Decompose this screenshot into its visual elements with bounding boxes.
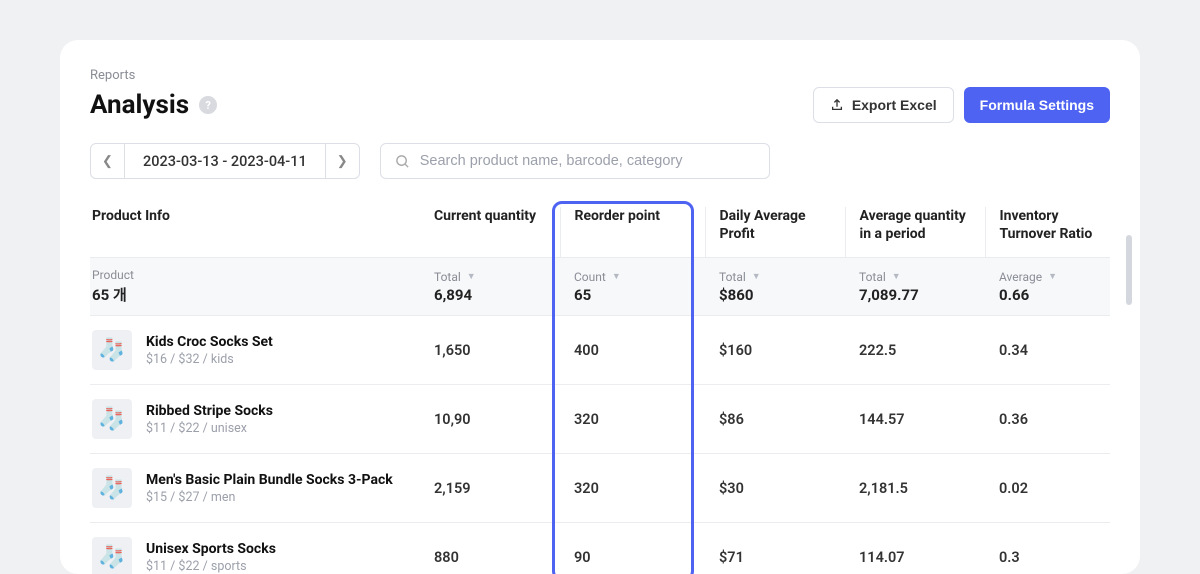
cell-turnover: 0.36 (985, 385, 1110, 454)
table-row[interactable]: 🧦 Kids Croc Socks Set $16 / $32 / kids 1,6… (90, 316, 1110, 385)
chevron-right-icon: ❯ (337, 154, 348, 169)
sort-icon[interactable]: ▼ (1048, 271, 1057, 282)
summary-profit-label: Total (719, 270, 746, 284)
sort-icon[interactable]: ▼ (467, 271, 476, 282)
product-thumb: 🧦 (92, 330, 132, 370)
th-turnover[interactable]: Inventory Turnover Ratio (985, 207, 1110, 258)
page-title: Analysis (90, 90, 189, 120)
product-meta: $15 / $27 / men (146, 490, 393, 505)
search-icon (395, 154, 410, 169)
cell-avg: 114.07 (845, 523, 985, 574)
summary-turnover-label: Average (999, 270, 1042, 284)
table-wrap: Product Info Current quantity Reorder po… (90, 207, 1110, 574)
product-name: Ribbed Stripe Socks (146, 403, 273, 419)
search-box[interactable] (380, 143, 770, 179)
cell-reorder: 320 (560, 385, 705, 454)
controls-row: ❮ 2023-03-13 - 2023-04-11 ❯ (90, 143, 1110, 179)
formula-label: Formula Settings (980, 97, 1094, 113)
summary-turnover-value: 0.66 (999, 286, 1098, 304)
product-thumb: 🧦 (92, 468, 132, 508)
product-meta: $16 / $32 / kids (146, 352, 273, 367)
product-thumb: 🧦 (92, 399, 132, 439)
cell-reorder: 400 (560, 316, 705, 385)
cell-avg: 2,181.5 (845, 454, 985, 523)
breadcrumb: Reports (90, 68, 1110, 83)
product-name: Men's Basic Plain Bundle Socks 3-Pack (146, 472, 393, 488)
product-meta: $11 / $22 / sports (146, 559, 276, 574)
summary-qty-value: 6,894 (434, 286, 548, 304)
date-range-picker[interactable]: ❮ 2023-03-13 - 2023-04-11 ❯ (90, 143, 360, 179)
cell-qty: 1,650 (420, 316, 560, 385)
cell-turnover: 0.02 (985, 454, 1110, 523)
product-name: Unisex Sports Socks (146, 541, 276, 557)
table-row[interactable]: 🧦 Ribbed Stripe Socks $11 / $22 / unisex 1… (90, 385, 1110, 454)
product-meta: $11 / $22 / unisex (146, 421, 273, 436)
export-label: Export Excel (852, 97, 937, 113)
export-icon (830, 98, 844, 112)
page-header: Analysis ? Export Excel Formula Settings (90, 87, 1110, 123)
th-daily-profit[interactable]: Daily Average Profit (705, 207, 845, 258)
summary-product-value: 65 개 (92, 284, 408, 305)
cell-avg: 222.5 (845, 316, 985, 385)
cell-qty: 880 (420, 523, 560, 574)
summary-qty-label: Total (434, 270, 461, 284)
cell-turnover: 0.3 (985, 523, 1110, 574)
date-range-label: 2023-03-13 - 2023-04-11 (125, 153, 325, 170)
table-row[interactable]: 🧦 Unisex Sports Socks $11 / $22 / sports 8… (90, 523, 1110, 574)
table-row[interactable]: 🧦 Men's Basic Plain Bundle Socks 3-Pack $1… (90, 454, 1110, 523)
cell-turnover: 0.34 (985, 316, 1110, 385)
scrollbar[interactable] (1126, 235, 1132, 305)
summary-reorder-value: 65 (574, 286, 693, 304)
export-excel-button[interactable]: Export Excel (813, 87, 954, 123)
product-thumb: 🧦 (92, 537, 132, 574)
cell-profit: $30 (705, 454, 845, 523)
summary-profit-value: $860 (719, 286, 833, 304)
sort-icon[interactable]: ▼ (612, 271, 621, 282)
formula-settings-button[interactable]: Formula Settings (964, 87, 1110, 123)
cell-avg: 144.57 (845, 385, 985, 454)
chevron-left-icon: ❮ (102, 154, 113, 169)
date-prev-button[interactable]: ❮ (91, 144, 125, 178)
summary-avg-value: 7,089.77 (859, 286, 973, 304)
sort-icon[interactable]: ▼ (892, 271, 901, 282)
search-input[interactable] (420, 153, 755, 169)
cell-profit: $71 (705, 523, 845, 574)
title-wrap: Analysis ? (90, 90, 217, 120)
th-reorder[interactable]: Reorder point (560, 207, 705, 258)
analysis-card: Reports Analysis ? Export Excel Formula … (60, 40, 1140, 574)
cell-qty: 2,159 (420, 454, 560, 523)
sort-icon[interactable]: ▼ (752, 271, 761, 282)
help-icon[interactable]: ? (199, 96, 217, 114)
cell-profit: $86 (705, 385, 845, 454)
cell-reorder: 90 (560, 523, 705, 574)
summary-reorder-label: Count (574, 270, 606, 284)
product-name: Kids Croc Socks Set (146, 334, 273, 350)
summary-product-label: Product (92, 268, 134, 282)
table-header-row: Product Info Current quantity Reorder po… (90, 207, 1110, 258)
analysis-table: Product Info Current quantity Reorder po… (90, 207, 1110, 574)
cell-qty: 10,90 (420, 385, 560, 454)
summary-avg-label: Total (859, 270, 886, 284)
date-next-button[interactable]: ❯ (325, 144, 359, 178)
header-actions: Export Excel Formula Settings (813, 87, 1110, 123)
th-current-qty[interactable]: Current quantity (420, 207, 560, 258)
th-product[interactable]: Product Info (90, 207, 420, 258)
summary-row: Product 65 개 Total ▼ 6,894 Count ▼ 65 Tota… (90, 258, 1110, 316)
th-avg-qty[interactable]: Average quantity in a period (845, 207, 985, 258)
cell-profit: $160 (705, 316, 845, 385)
cell-reorder: 320 (560, 454, 705, 523)
